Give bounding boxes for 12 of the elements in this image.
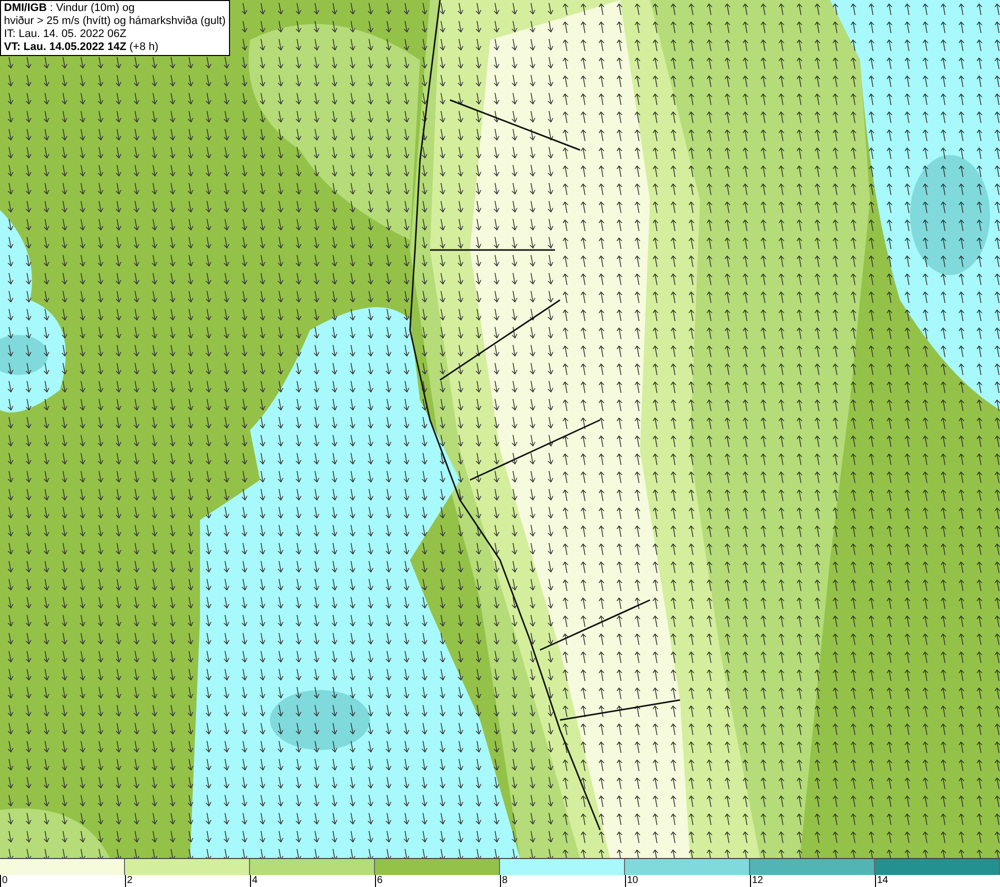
legend-label: 14: [877, 875, 888, 886]
legend-label: 4: [252, 875, 258, 886]
legend-label: 0: [2, 875, 8, 886]
map-info-line: hviður > 25 m/s (hvítt) og hámarkshviða (gult): [4, 15, 226, 28]
map-info-line: IT: Lau. 14. 05. 2022 06Z: [4, 28, 128, 41]
map-info-line: DMI/IGB : Vindur (10m) og: [4, 2, 136, 15]
legend-label: 6: [377, 875, 383, 886]
legend-label: 12: [752, 875, 764, 886]
map-info-line: VT: Lau. 14.05.2022 14Z (+8 h): [4, 41, 160, 54]
legend-label: 2: [127, 875, 133, 886]
legend-label: 8: [502, 875, 508, 886]
legend-label: 10: [627, 875, 638, 886]
